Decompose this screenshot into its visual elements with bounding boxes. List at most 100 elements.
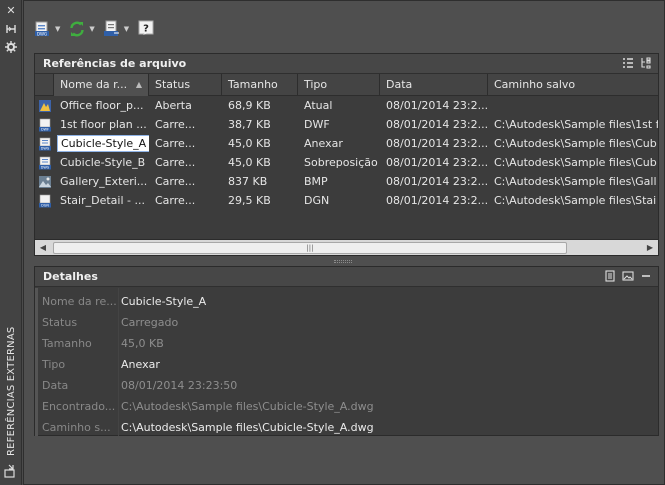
details-row: Caminho s... C:\Autodesk\Sample files\Cub… — [35, 417, 658, 438]
close-icon[interactable]: ✕ — [4, 4, 18, 18]
details-label: Data — [42, 379, 69, 392]
cell-status: Carre... — [155, 137, 196, 150]
collapse-icon[interactable] — [640, 270, 652, 282]
refresh-button[interactable]: ▼ — [68, 19, 95, 39]
details-row: Tamanho 45,0 KB — [35, 333, 658, 354]
column-name[interactable]: Nome da r... ▲ — [54, 74, 149, 96]
file-references-header: Referências de arquivo — [35, 54, 658, 74]
refresh-icon — [68, 20, 86, 38]
details-row: Nome da re... Cubicle-Style_A — [35, 291, 658, 312]
table-row[interactable]: Office floor_p... Aberta 68,9 KB Atual 08/01… — [35, 96, 658, 115]
cell-size: 29,5 KB — [228, 194, 271, 207]
file-type-icon: DWG — [35, 134, 54, 153]
details-view-icon[interactable] — [604, 270, 616, 282]
cell-type: Anexar — [304, 137, 343, 150]
details-value: Anexar — [121, 358, 160, 371]
cell-date: 08/01/2014 23:2... — [386, 118, 488, 131]
cell-type: Sobreposição — [304, 156, 378, 169]
sort-up-icon: ▲ — [135, 80, 142, 89]
scroll-left-icon[interactable]: ◀ — [38, 243, 48, 253]
chevron-down-icon[interactable]: ▼ — [124, 25, 129, 33]
svg-text:DWF: DWF — [41, 127, 49, 131]
file-type-icon: DGN — [35, 191, 54, 210]
file-type-icon — [35, 96, 54, 115]
svg-text:DWG: DWG — [40, 146, 49, 150]
table-row[interactable]: DGN Stair_Detail - ... Carre... 29,5 KB DGN 0… — [35, 191, 658, 210]
cell-size: 68,9 KB — [228, 99, 271, 112]
cell-date: 08/01/2014 23:2... — [386, 156, 488, 169]
attach-dwg-icon: DWG — [34, 20, 52, 38]
change-path-button[interactable]: ▼ — [103, 19, 129, 39]
cell-name: Stair_Detail - ... — [60, 194, 145, 207]
table-row[interactable]: DWG Cubicle-Style_A Carre... 45,0 KB Anexar 0… — [35, 134, 658, 153]
tree-view-icon[interactable] — [640, 57, 652, 69]
details-title: Detalhes — [43, 270, 98, 283]
cell-date: 08/01/2014 23:2... — [386, 99, 488, 112]
scrollbar-thumb[interactable]: ||| — [53, 242, 567, 254]
change-path-icon — [103, 20, 121, 38]
help-button[interactable]: ? — [137, 19, 155, 39]
list-view-icon[interactable] — [622, 57, 634, 69]
cell-type: DGN — [304, 194, 330, 207]
cell-status: Carre... — [155, 194, 196, 207]
details-label: Tipo — [42, 358, 66, 371]
palette-menu-icon[interactable] — [4, 464, 18, 478]
chevron-down-icon[interactable]: ▼ — [89, 25, 94, 33]
svg-text:?: ? — [143, 24, 149, 35]
column-type[interactable]: Tipo — [298, 74, 380, 96]
scroll-right-icon[interactable]: ▶ — [645, 243, 655, 253]
chevron-down-icon[interactable]: ▼ — [55, 25, 60, 33]
cell-size: 38,7 KB — [228, 118, 271, 131]
cell-date: 08/01/2014 23:2... — [386, 137, 488, 150]
cell-status: Aberta — [155, 99, 192, 112]
column-date[interactable]: Data — [380, 74, 488, 96]
details-properties: Nome da re... Cubicle-Style_A Status Carreg… — [35, 287, 658, 438]
selected-name[interactable]: Cubicle-Style_A — [57, 135, 149, 152]
attach-dwg-button[interactable]: DWG ▼ — [34, 19, 60, 39]
autohide-icon[interactable] — [4, 22, 18, 36]
details-row: Encontrado... C:\Autodesk\Sample files\Cu… — [35, 396, 658, 417]
help-icon: ? — [137, 20, 155, 38]
cell-size: 837 KB — [228, 175, 268, 188]
cell-date: 08/01/2014 23:2... — [386, 194, 488, 207]
details-row: Data 08/01/2014 23:23:50 — [35, 375, 658, 396]
file-type-icon: DWG — [35, 153, 54, 172]
horizontal-scrollbar[interactable]: ◀ ||| ▶ — [35, 239, 658, 255]
file-references-title: Referências de arquivo — [43, 57, 187, 70]
cell-saved-path: C:\Autodesk\Sample files\Cub — [494, 137, 657, 150]
details-label: Encontrado... — [42, 400, 116, 413]
cell-size: 45,0 KB — [228, 137, 271, 150]
column-size[interactable]: Tamanho — [222, 74, 298, 96]
table-row[interactable]: DWG Cubicle-Style_B Carre... 45,0 KB Sobrepo… — [35, 153, 658, 172]
cell-saved-path: C:\Autodesk\Sample files\Gall — [494, 175, 657, 188]
details-row: Tipo Anexar — [35, 354, 658, 375]
panel-splitter[interactable] — [334, 260, 352, 263]
details-value: 45,0 KB — [121, 337, 164, 350]
cell-status: Carre... — [155, 175, 196, 188]
column-saved-path[interactable]: Caminho salvo — [488, 74, 658, 96]
details-value: C:\Autodesk\Sample files\Cubicle-Style_A… — [121, 400, 374, 413]
cell-name: Cubicle-Style_A — [54, 134, 149, 153]
preview-icon[interactable] — [622, 270, 634, 282]
details-label: Status — [42, 316, 78, 329]
cell-date: 08/01/2014 23:2... — [386, 175, 488, 188]
column-status[interactable]: Status — [149, 74, 222, 96]
details-label: Nome da re... — [42, 295, 117, 308]
cell-name: Cubicle-Style_B — [60, 156, 146, 169]
palette-title: REFERÊNCIAS EXTERNAS — [6, 326, 17, 456]
details-value: Cubicle-Style_A — [121, 295, 207, 308]
svg-text:DWG: DWG — [37, 31, 47, 36]
palette-title-bar: ✕ REFERÊNCIAS EXTERNAS — [0, 0, 22, 485]
details-label-gutter — [35, 288, 38, 436]
details-panel: Detalhes Nome da re... Cubicle-Style_A Sta… — [34, 266, 659, 436]
table-row[interactable]: DWF 1st floor plan ... Carre... 38,7 KB DWF 0… — [35, 115, 658, 134]
cell-status: Carre... — [155, 118, 196, 131]
table-row[interactable]: Gallery_Exteri... Carre... 837 KB BMP 08/01/… — [35, 172, 658, 191]
details-value: 08/01/2014 23:23:50 — [121, 379, 238, 392]
cell-name: Gallery_Exteri... — [60, 175, 148, 188]
cell-saved-path: C:\Autodesk\Sample files\Stai — [494, 194, 657, 207]
cell-type: DWF — [304, 118, 330, 131]
xref-palette: DWG ▼ ▼ ▼ ? Referências de arquivo Nome … — [23, 0, 665, 485]
cell-type: Atual — [304, 99, 333, 112]
properties-icon[interactable] — [4, 40, 18, 54]
